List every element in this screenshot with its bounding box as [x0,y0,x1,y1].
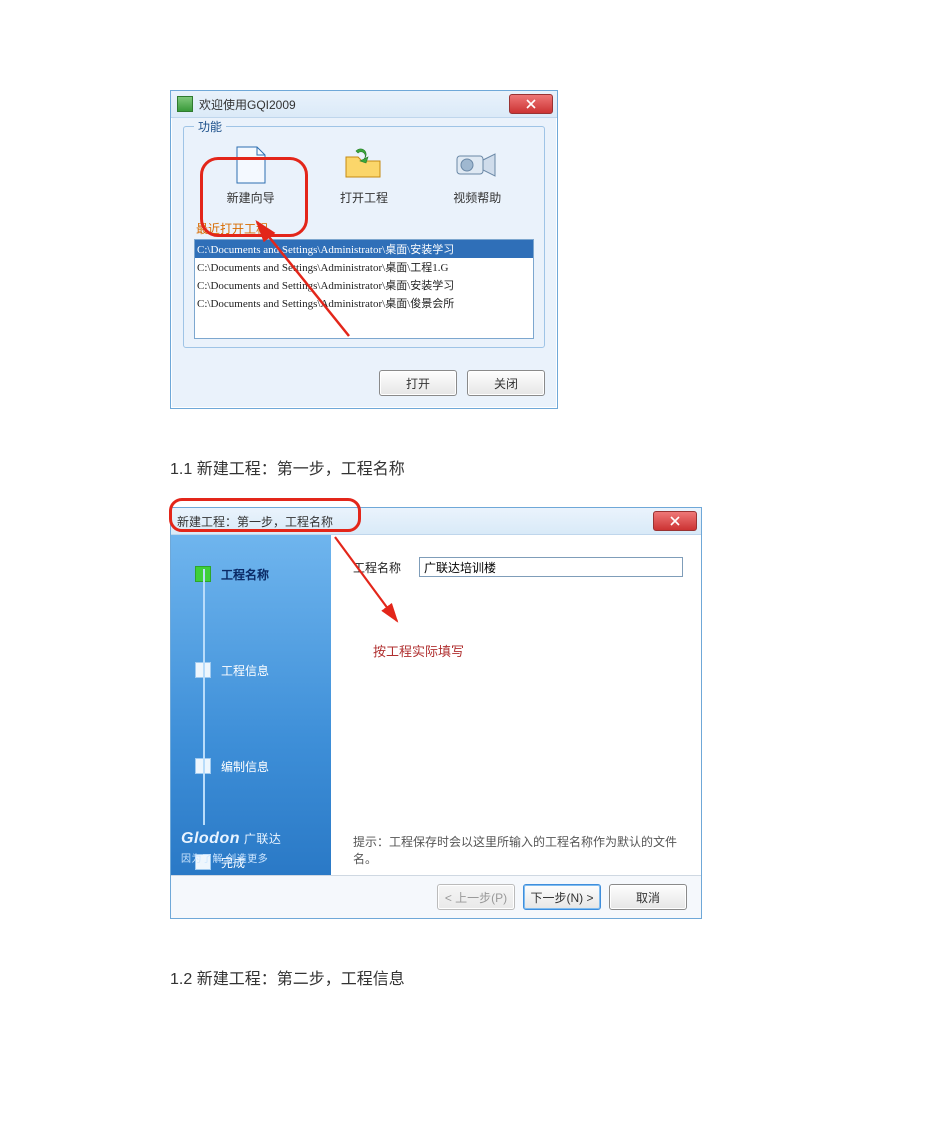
brand-cn: 广联达 [244,832,282,846]
wizard-titlebar: 新建工程：第一步，工程名称 [171,508,701,535]
wizard-step-name[interactable]: 工程名称 [171,563,331,585]
brand-text: Glodon [181,830,240,847]
func-label: 新建向导 [227,189,275,206]
camera-icon [455,143,499,187]
new-wizard-button[interactable]: 新建向导 [206,143,296,206]
prev-button: < 上一步(P) [437,884,515,910]
welcome-dialog: 欢迎使用GQI2009 功能 [170,90,558,409]
brand-sub: 因为了解 创造更多 [181,850,281,865]
open-button[interactable]: 打开 [379,370,457,396]
step-label: 编制信息 [221,758,269,775]
next-button[interactable]: 下一步(N) > [523,884,601,910]
app-icon [177,96,193,112]
welcome-title: 欢迎使用GQI2009 [199,96,296,113]
wizard-sidebar: 工程名称 工程信息 编制信息 完成 Glodon 广联达 因为了解 [171,535,331,875]
annotation-text: 按工程实际填写 [373,641,683,660]
step-track [203,569,205,825]
wizard-step-info[interactable]: 工程信息 [171,659,331,681]
function-group-legend: 功能 [194,118,226,135]
function-group: 功能 新建向导 [183,126,545,348]
list-item[interactable]: C:\Documents and Settings\Administrator\… [195,258,533,276]
recent-legend: 最近打开工程 [196,220,534,237]
video-help-button[interactable]: 视频帮助 [432,143,522,206]
figure-caption: 1.2 新建工程：第二步，工程信息 [170,965,945,989]
wizard-step1-dialog: 新建工程：第一步，工程名称 工程名称 工程信息 编制信息 [170,507,702,919]
list-item[interactable]: C:\Documents and Settings\Administrator\… [195,276,533,294]
project-name-label: 工程名称 [353,559,413,576]
list-item[interactable]: C:\Documents and Settings\Administrator\… [195,294,533,312]
hint-text: 提示：工程保存时会以这里所输入的工程名称作为默认的文件名。 [353,833,683,867]
prev-button-label: < 上一步(P) [445,889,507,906]
close-button-label: 关闭 [494,375,518,392]
func-label: 打开工程 [340,189,388,206]
open-button-label: 打开 [406,375,430,392]
next-button-label: 下一步(N) > [530,889,593,906]
figure-caption: 1.1 新建工程：第一步，工程名称 [170,455,945,479]
step-label: 工程名称 [221,566,269,583]
open-folder-icon [342,143,386,187]
recent-list[interactable]: C:\Documents and Settings\Administrator\… [194,239,534,339]
close-icon[interactable] [653,511,697,531]
brand-logo: Glodon 广联达 因为了解 创造更多 [181,830,281,865]
wizard-step-compile[interactable]: 编制信息 [171,755,331,777]
new-file-icon [229,143,273,187]
cancel-button[interactable]: 取消 [609,884,687,910]
wizard-main: 工程名称 按工程实际填写 提示：工程保存时会以这里所输入的工程名称作为默认的文件… [331,535,701,875]
list-item[interactable]: C:\Documents and Settings\Administrator\… [195,240,533,258]
cancel-button-label: 取消 [636,889,660,906]
project-name-input[interactable] [419,557,683,577]
annotation-arrow-icon [301,529,521,649]
wizard-title: 新建工程：第一步，工程名称 [177,513,333,530]
close-icon[interactable] [509,94,553,114]
open-project-button[interactable]: 打开工程 [319,143,409,206]
step-label: 工程信息 [221,662,269,679]
func-label: 视频帮助 [453,189,501,206]
close-button[interactable]: 关闭 [467,370,545,396]
welcome-titlebar: 欢迎使用GQI2009 [171,91,557,118]
